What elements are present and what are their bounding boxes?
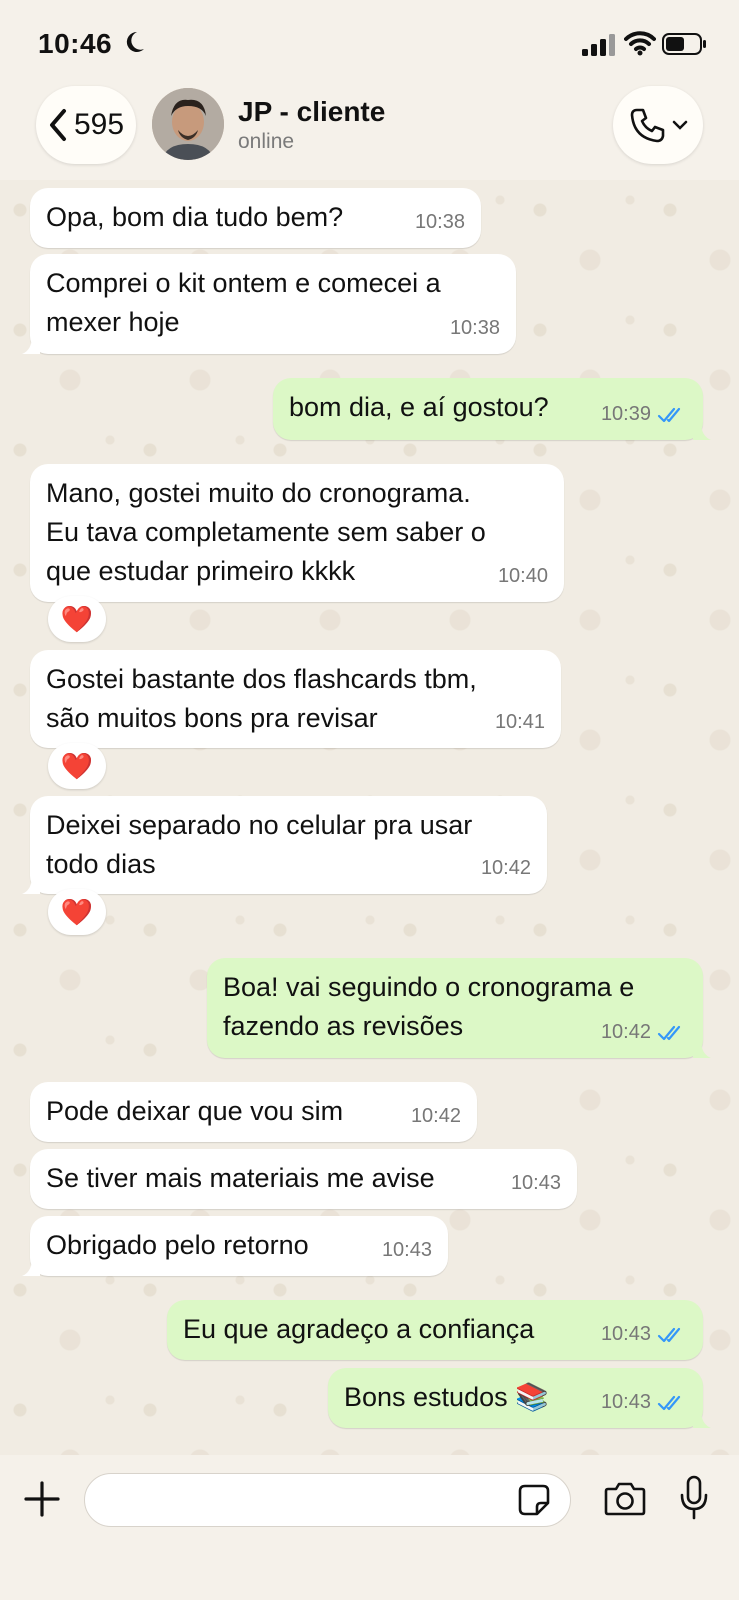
message-text: Pode deixar que vou sim: [46, 1096, 344, 1126]
message-time: 10:42: [410, 1105, 461, 1127]
contact-name[interactable]: JP - cliente: [238, 96, 385, 128]
message-time: 10:43: [600, 1391, 651, 1413]
message-bubble-incoming[interactable]: Deixei separado no celular pra usar todo…: [22, 796, 547, 894]
moon-icon: [126, 31, 144, 52]
message-text: Mano, gostei muito do cronograma. Eu tav…: [46, 478, 486, 586]
avatar[interactable]: [152, 88, 224, 160]
message-time: 10:39: [600, 403, 651, 425]
message-bubble-incoming[interactable]: Gostei bastante dos flashcards tbm, são …: [30, 650, 561, 748]
message-text: Obrigado pelo retorno: [46, 1230, 309, 1260]
message-text: Opa, bom dia tudo bem?: [46, 202, 344, 232]
message-bubble-incoming[interactable]: Mano, gostei muito do cronograma. Eu tav…: [30, 464, 564, 602]
heart-reaction[interactable]: ❤️: [48, 889, 106, 935]
bubble-tail: [693, 422, 711, 440]
cellular-signal-icon: [582, 34, 615, 56]
message-text: Comprei o kit ontem e comecei a mexer ho…: [46, 268, 441, 337]
bubble-tail: [693, 1410, 711, 1428]
message-input[interactable]: [84, 1473, 571, 1527]
message-time: 10:41: [494, 711, 545, 733]
message-bubble-outgoing[interactable]: Eu que agradeço a confiança 10:43: [167, 1300, 703, 1360]
message-time: 10:42: [600, 1021, 651, 1043]
message-time: 10:43: [381, 1239, 432, 1261]
bubble-tail: [22, 1258, 40, 1276]
plus-icon[interactable]: [22, 1479, 62, 1519]
status-time: 10:46: [38, 28, 113, 59]
chevron-left-icon: [49, 109, 66, 141]
message-text: Se tiver mais materiais me avise: [46, 1163, 435, 1193]
battery-icon: [662, 33, 706, 55]
composer-bar: [0, 1455, 739, 1600]
message-time: 10:38: [449, 317, 500, 339]
heart-reaction[interactable]: ❤️: [48, 596, 106, 642]
unread-count: 595: [73, 108, 125, 141]
message-bubble-outgoing[interactable]: bom dia, e aí gostou? 10:39: [273, 378, 711, 440]
back-button[interactable]: 595: [36, 86, 136, 164]
read-ticks-icon: [657, 1395, 681, 1410]
avatar-image: [152, 88, 224, 160]
sticker-icon[interactable]: [517, 1483, 551, 1517]
microphone-icon[interactable]: [678, 1475, 710, 1521]
chat-header: 595 JP - cliente online: [0, 80, 739, 180]
message-text: Gostei bastante dos flashcards tbm, são …: [46, 664, 477, 733]
phone-icon: [630, 108, 665, 143]
contact-status: online: [238, 130, 295, 153]
bubble-tail: [22, 336, 40, 354]
bubble-tail: [22, 876, 40, 894]
heart-icon: ❤️: [60, 603, 94, 634]
message-text: Deixei separado no celular pra usar todo…: [46, 810, 473, 879]
message-bubble-outgoing[interactable]: Bons estudos 📚 10:43: [328, 1368, 711, 1428]
heart-icon: ❤️: [60, 750, 94, 781]
message-bubble-incoming[interactable]: Pode deixar que vou sim 10:42: [30, 1082, 477, 1142]
heart-reaction[interactable]: ❤️: [48, 743, 106, 789]
wifi-icon: [624, 31, 656, 56]
heart-icon: ❤️: [60, 896, 94, 927]
message-time: 10:42: [480, 857, 531, 879]
message-time: 10:38: [414, 211, 465, 233]
message-bubble-outgoing[interactable]: Boa! vai seguindo o cronograma e fazendo…: [207, 958, 711, 1058]
message-bubble-incoming[interactable]: Obrigado pelo retorno 10:43: [22, 1216, 448, 1276]
read-ticks-icon: [657, 407, 681, 422]
message-time: 10:43: [600, 1323, 651, 1345]
status-bar: 10:46: [0, 0, 739, 90]
camera-icon[interactable]: [604, 1479, 646, 1517]
read-ticks-icon: [657, 1327, 681, 1342]
message-time: 10:43: [510, 1172, 561, 1194]
message-bubble-incoming[interactable]: Opa, bom dia tudo bem? 10:38: [30, 188, 481, 248]
read-ticks-icon: [657, 1025, 681, 1040]
message-bubble-incoming[interactable]: Se tiver mais materiais me avise 10:43: [30, 1149, 577, 1209]
message-time: 10:40: [497, 565, 548, 587]
message-bubble-incoming[interactable]: Comprei o kit ontem e comecei a mexer ho…: [22, 254, 516, 354]
call-button[interactable]: [613, 86, 703, 164]
chevron-down-icon: [672, 120, 688, 130]
bubble-tail: [693, 1040, 711, 1058]
